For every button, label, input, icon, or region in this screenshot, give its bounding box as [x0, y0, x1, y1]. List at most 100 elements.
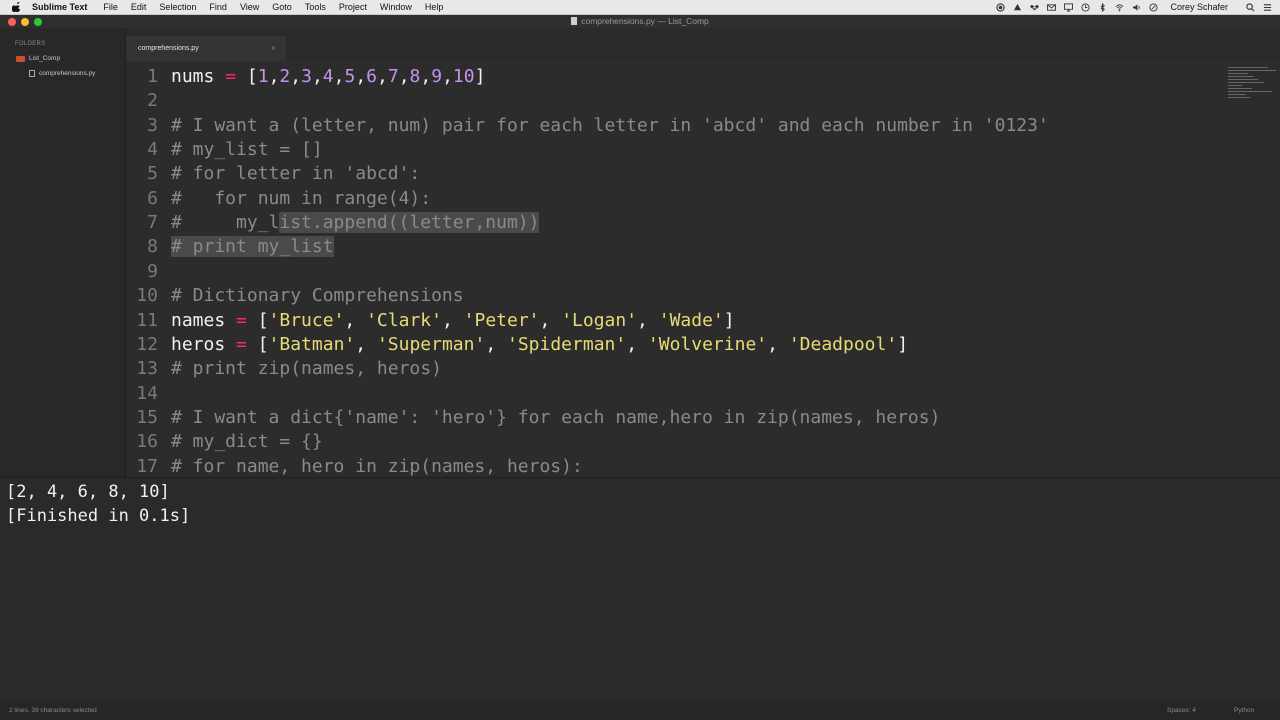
- code-line[interactable]: 8 # print my_list: [126, 235, 1226, 259]
- line-number[interactable]: 16: [126, 430, 158, 454]
- mail-icon[interactable]: [1047, 3, 1057, 12]
- user-name[interactable]: Corey Schafer: [1170, 2, 1228, 12]
- code-text[interactable]: # I want a dict{'name': 'hero'} for each…: [171, 406, 940, 430]
- indentation-status[interactable]: Spaces: 4: [1167, 707, 1196, 714]
- menu-tools[interactable]: Tools: [305, 2, 326, 12]
- code-line[interactable]: 1 nums = [1,2,3,4,5,6,7,8,9,10]: [126, 65, 1226, 89]
- syntax-status[interactable]: Python: [1234, 707, 1254, 714]
- code-line[interactable]: 4 # my_list = []: [126, 138, 1226, 162]
- code-token: # I want a (letter, num) pair for each l…: [171, 114, 1049, 136]
- code-text[interactable]: heros = ['Batman', 'Superman', 'Spiderma…: [171, 333, 908, 357]
- line-number[interactable]: 7: [126, 211, 158, 235]
- dropbox-icon[interactable]: [1030, 3, 1040, 12]
- code-text[interactable]: # print zip(names, heros): [171, 357, 442, 381]
- code-token: ]: [897, 333, 909, 355]
- line-number[interactable]: 11: [126, 309, 158, 333]
- record-icon[interactable]: [996, 2, 1006, 12]
- line-number[interactable]: 13: [126, 357, 158, 381]
- code-text[interactable]: # print my_list: [171, 235, 334, 259]
- menu-project[interactable]: Project: [339, 2, 367, 12]
- code-text[interactable]: names = ['Bruce', 'Clark', 'Peter', 'Log…: [171, 309, 735, 333]
- menu-goto[interactable]: Goto: [272, 2, 292, 12]
- battery-icon[interactable]: [1149, 2, 1159, 12]
- apple-icon[interactable]: [12, 2, 22, 12]
- code-token: ,: [311, 66, 323, 87]
- airplay-icon[interactable]: [1064, 2, 1074, 12]
- close-tab-icon[interactable]: ×: [271, 43, 276, 53]
- code-token: =: [214, 66, 247, 87]
- code-token: ,: [441, 309, 464, 331]
- menu-selection[interactable]: Selection: [159, 2, 196, 12]
- menu-window[interactable]: Window: [380, 2, 412, 12]
- code-text[interactable]: # for name, hero in zip(names, heros):: [171, 455, 583, 477]
- line-number[interactable]: 9: [126, 260, 158, 284]
- line-number[interactable]: 4: [126, 138, 158, 162]
- bluetooth-icon[interactable]: [1098, 2, 1107, 12]
- code-text[interactable]: # for num in range(4):: [171, 187, 431, 211]
- code-token: ,: [377, 66, 388, 87]
- code-line[interactable]: 10 # Dictionary Comprehensions: [126, 284, 1226, 308]
- line-number[interactable]: 2: [126, 89, 158, 113]
- code-editor[interactable]: 1 nums = [1,2,3,4,5,6,7,8,9,10] 2 3 # I want…: [126, 61, 1280, 477]
- code-line[interactable]: 14: [126, 382, 1226, 406]
- notification-center-icon[interactable]: [1263, 3, 1272, 12]
- code-line[interactable]: 9: [126, 260, 1226, 284]
- code-token: # for num in range(4):: [171, 187, 432, 209]
- code-line[interactable]: 5 # for letter in 'abcd':: [126, 162, 1226, 186]
- line-number[interactable]: 14: [126, 382, 158, 406]
- menu-help[interactable]: Help: [425, 2, 444, 12]
- code-text[interactable]: # my_dict = {}: [171, 430, 323, 454]
- code-line[interactable]: 2: [126, 89, 1226, 113]
- line-number[interactable]: 12: [126, 333, 158, 357]
- menu-view[interactable]: View: [240, 2, 259, 12]
- sidebar-folder-label: List_Comp: [29, 55, 61, 62]
- line-number[interactable]: 10: [126, 284, 158, 308]
- code-text[interactable]: # for letter in 'abcd':: [171, 162, 420, 186]
- code-text[interactable]: # I want a (letter, num) pair for each l…: [171, 114, 1049, 138]
- volume-icon[interactable]: [1132, 3, 1141, 12]
- code-line[interactable]: 12 heros = ['Batman', 'Superman', 'Spider…: [126, 333, 1226, 357]
- code-line[interactable]: 11 names = ['Bruce', 'Clark', 'Peter', 'L…: [126, 309, 1226, 333]
- code-text[interactable]: # Dictionary Comprehensions: [171, 284, 464, 308]
- build-output-panel[interactable]: [2, 4, 6, 8, 10] [Finished in 0.1s]: [0, 477, 1280, 703]
- code-line[interactable]: 17 # for name, hero in zip(names, heros):: [126, 455, 1226, 477]
- drive-icon[interactable]: [1013, 3, 1022, 12]
- code-text[interactable]: # my_list = []: [171, 138, 323, 162]
- code-line[interactable]: 15 # I want a dict{'name': 'hero'} for ea…: [126, 406, 1226, 430]
- menu-find[interactable]: Find: [209, 2, 227, 12]
- code-token: names: [171, 309, 226, 331]
- code-token: ,: [626, 333, 648, 355]
- menu-file[interactable]: File: [103, 2, 118, 12]
- code-text[interactable]: nums = [1,2,3,4,5,6,7,8,9,10]: [171, 65, 485, 89]
- line-number[interactable]: 1: [126, 65, 158, 89]
- line-number[interactable]: 3: [126, 114, 158, 138]
- sidebar-folder[interactable]: List_Comp: [16, 55, 60, 62]
- line-number[interactable]: 8: [126, 235, 158, 259]
- code-line[interactable]: 13 # print zip(names, heros): [126, 357, 1226, 381]
- minimap[interactable]: [1228, 67, 1278, 122]
- line-number[interactable]: 15: [126, 406, 158, 430]
- code-token: # I want a dict{'name': 'hero'} for each…: [171, 406, 941, 428]
- line-number[interactable]: 17: [126, 455, 158, 477]
- code-token: 'Logan': [561, 309, 638, 331]
- code-token: 4: [322, 66, 334, 87]
- search-icon[interactable]: [1246, 2, 1255, 12]
- line-number[interactable]: 5: [126, 162, 158, 186]
- wifi-icon[interactable]: [1115, 3, 1124, 12]
- code-line[interactable]: 6 # for num in range(4):: [126, 187, 1226, 211]
- code-token: 8: [409, 66, 421, 87]
- line-number[interactable]: 6: [126, 187, 158, 211]
- output-line: [2, 4, 6, 8, 10]: [6, 482, 170, 502]
- tab-comprehensions[interactable]: comprehensions.py ×: [126, 36, 286, 61]
- code-text[interactable]: # my_list.append((letter,num)): [171, 211, 540, 235]
- menu-edit[interactable]: Edit: [131, 2, 147, 12]
- sidebar-file[interactable]: comprehensions.py: [29, 70, 95, 77]
- menu-app-name[interactable]: Sublime Text: [32, 2, 87, 12]
- time-machine-icon[interactable]: [1081, 2, 1091, 12]
- code-token: ,: [637, 309, 659, 331]
- code-token: 9: [431, 66, 443, 87]
- code-line[interactable]: 3 # I want a (letter, num) pair for each …: [126, 114, 1226, 138]
- code-line[interactable]: 7 # my_list.append((letter,num)): [126, 211, 1226, 235]
- code-token: 6: [366, 66, 377, 87]
- code-line[interactable]: 16 # my_dict = {}: [126, 430, 1226, 454]
